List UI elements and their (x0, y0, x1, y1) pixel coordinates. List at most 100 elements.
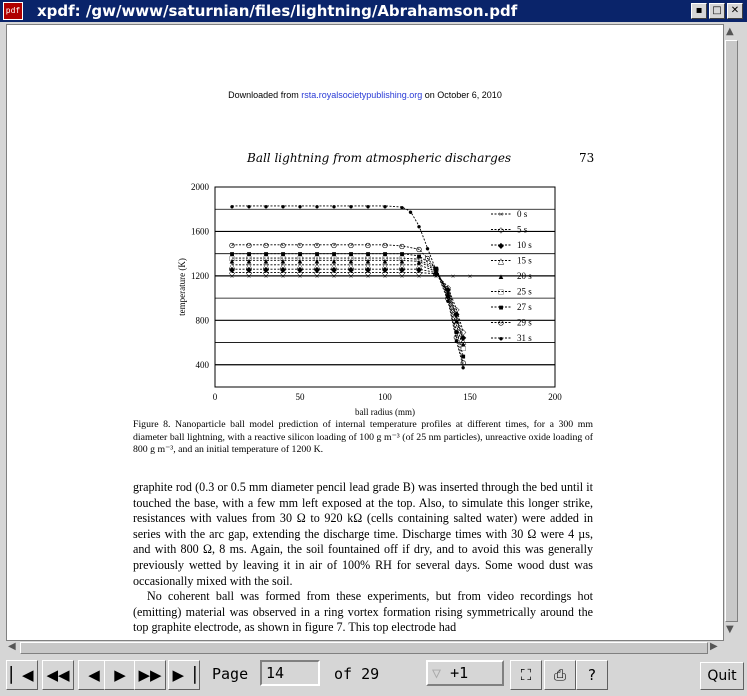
first-page-icon[interactable]: ▏◀ (6, 660, 38, 690)
legend-label: 25 s (517, 287, 532, 297)
find-icon[interactable]: ⛶ (510, 660, 542, 690)
app-icon: pdf (3, 2, 23, 20)
x-tick-label: 0 (213, 392, 218, 402)
y-tick-label: 400 (196, 360, 210, 370)
data-point: ⊙ (382, 241, 389, 250)
data-point: ⊙ (280, 241, 287, 250)
legend-marker: □ (499, 288, 504, 297)
print-icon[interactable]: ⎙ (544, 660, 576, 690)
title-bar: pdf xpdf: /gw/www/saturnian/files/lightn… (0, 0, 747, 22)
close-button[interactable]: ✕ (727, 3, 743, 19)
data-point: × (468, 272, 473, 281)
data-point: ● (417, 222, 422, 231)
temperature-chart: 400 800 1200 1600 2000 0 50 100 150 200 ball radiu… (177, 182, 562, 417)
legend-marker: ◆ (498, 241, 505, 250)
scroll-right-icon[interactable]: ▶ (710, 641, 718, 652)
page-label: Page (212, 665, 249, 683)
data-point: ⊙ (331, 241, 338, 250)
scroll-thumb[interactable] (725, 40, 738, 622)
minimize-button[interactable]: ▪ (691, 3, 707, 19)
data-point: ⊙ (314, 241, 321, 250)
x-tick-label: 100 (378, 392, 392, 402)
dropdown-arrow-icon: ▽ (432, 664, 442, 682)
data-point: ● (247, 202, 252, 211)
data-point: ● (366, 202, 371, 211)
legend-marker: × (499, 210, 504, 219)
legend-marker: ⊙ (498, 319, 505, 328)
quit-button[interactable]: Quit (700, 662, 744, 690)
data-point: ● (445, 296, 450, 305)
data-point: ● (425, 244, 430, 253)
scroll-up-icon[interactable]: ▲ (726, 26, 734, 37)
data-point: ● (400, 203, 405, 212)
data-point: ⊙ (399, 242, 406, 251)
data-point: ■ (298, 250, 303, 259)
data-point: ● (264, 202, 269, 211)
data-point: ■ (281, 250, 286, 259)
data-point: × (451, 272, 456, 281)
legend-label: 5 s (517, 225, 528, 235)
x-axis-label: ball radius (mm) (355, 407, 415, 417)
toolbar: ▏◀ ◀◀ ◀ ▶ ▶▶ ▶▕ Page 14 of 29 ▽ +1 ⛶ ⎙ ?… (0, 656, 747, 696)
y-axis-label: temperature (K) (177, 258, 187, 316)
scroll-down-icon[interactable]: ▼ (726, 624, 734, 635)
next-page-icon[interactable]: ▶ (104, 660, 136, 690)
legend-label: 10 s (517, 240, 532, 250)
data-point: ● (383, 202, 388, 211)
data-point: ● (332, 202, 337, 211)
legend-label: 31 s (517, 333, 532, 343)
page-number: 73 (579, 151, 595, 165)
download-link[interactable]: rsta.royalsocietypublishing.org (301, 90, 422, 100)
legend-label: 29 s (517, 318, 532, 328)
y-tick-label: 800 (196, 315, 210, 325)
data-point: ■ (264, 250, 269, 259)
series-line (232, 272, 464, 332)
download-notice: Downloaded from rsta.royalsocietypublish… (7, 90, 723, 100)
body-text: graphite rod (0.3 or 0.5 mm diameter pen… (133, 480, 593, 636)
data-point: ● (434, 266, 439, 275)
legend-marker: ● (499, 334, 504, 343)
download-prefix: Downloaded from (228, 90, 302, 100)
data-point: ⊙ (246, 241, 253, 250)
data-point: ● (408, 207, 413, 216)
zoom-value: +1 (450, 664, 469, 682)
data-point: ■ (349, 250, 354, 259)
legend-label: 20 s (517, 271, 532, 281)
legend-marker: △ (498, 257, 505, 266)
about-icon[interactable]: ? (576, 660, 608, 690)
page-input[interactable]: 14 (260, 660, 320, 686)
data-point: ● (298, 202, 303, 211)
maximize-button[interactable]: □ (709, 3, 725, 19)
last-page-icon[interactable]: ▶▕ (168, 660, 200, 690)
document-viewport[interactable]: Downloaded from rsta.royalsocietypublish… (6, 24, 724, 642)
data-point: ⊙ (365, 241, 372, 250)
zoom-select[interactable]: ▽ +1 (426, 660, 504, 686)
data-point: ⊙ (229, 241, 236, 250)
data-point: ■ (366, 250, 371, 259)
x-tick-label: 150 (463, 392, 477, 402)
legend-label: 15 s (517, 256, 532, 266)
data-point: ■ (332, 250, 337, 259)
hscroll-thumb[interactable] (20, 642, 708, 654)
figure-caption: Figure 8. Nanoparticle ball model predic… (133, 419, 593, 456)
x-tick-label: 200 (548, 392, 562, 402)
vertical-scrollbar[interactable]: ▲ ▼ (723, 24, 738, 640)
y-tick-label: 1600 (191, 226, 210, 236)
horizontal-scrollbar[interactable]: ◀ ▶ (6, 640, 724, 655)
data-point: ● (281, 202, 286, 211)
back-ten-pages-icon[interactable]: ◀◀ (42, 660, 74, 690)
data-point: ● (454, 336, 459, 345)
data-point: ■ (400, 250, 405, 259)
data-point: ■ (247, 250, 252, 259)
data-point: ⊙ (416, 245, 423, 254)
legend-marker: ■ (499, 303, 504, 312)
download-suffix: on October 6, 2010 (422, 90, 502, 100)
plot-frame (214, 186, 556, 388)
page-count: of 29 (334, 665, 380, 683)
y-tick-label: 1200 (191, 271, 210, 281)
data-point: ■ (383, 250, 388, 259)
data-point: ■ (230, 250, 235, 259)
forward-ten-pages-icon[interactable]: ▶▶ (134, 660, 166, 690)
data-point: ● (461, 363, 466, 372)
scroll-left-icon[interactable]: ◀ (8, 641, 16, 652)
